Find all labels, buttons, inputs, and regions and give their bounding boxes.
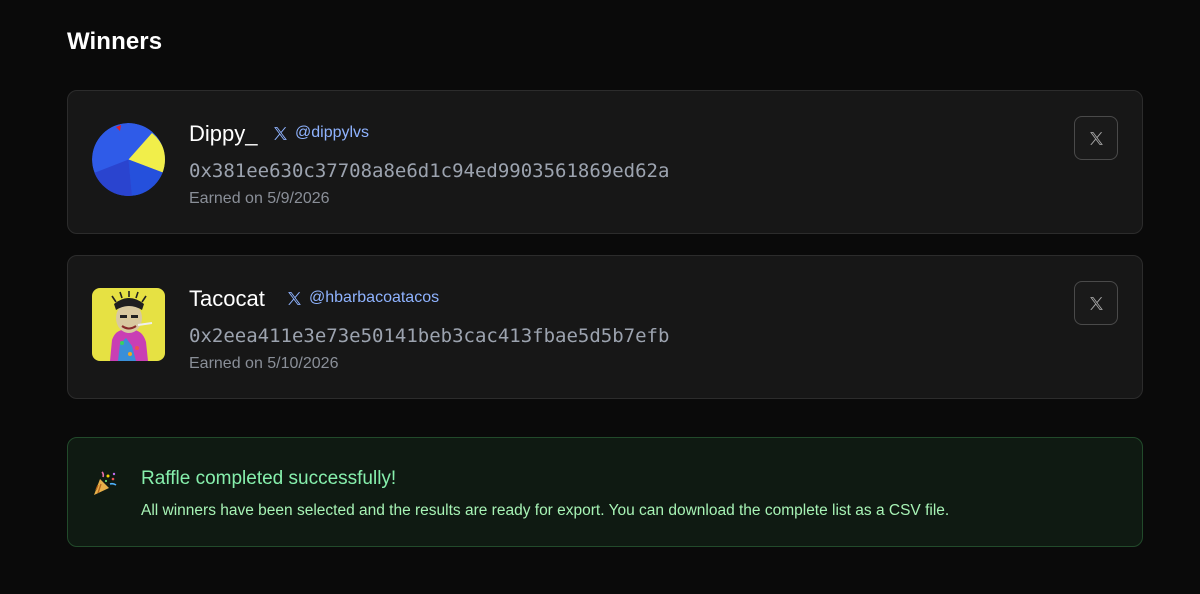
winner-avatar	[92, 123, 165, 196]
x-handle-text: @hbarbacoatacos	[309, 289, 440, 306]
earned-date: Earned on 5/10/2026	[189, 355, 339, 372]
pie-avatar-icon	[92, 123, 165, 196]
winner-avatar	[92, 288, 165, 361]
x-logo-icon	[288, 291, 301, 305]
banner-title: Raffle completed successfully!	[141, 468, 397, 489]
x-logo-icon	[1089, 131, 1103, 145]
x-logo-icon	[274, 126, 287, 140]
earned-date: Earned on 5/9/2026	[189, 190, 330, 207]
share-on-x-button[interactable]	[1074, 281, 1118, 325]
section-title: Winners	[67, 28, 163, 55]
banner-text: All winners have been selected and the r…	[141, 502, 950, 519]
success-banner: Raffle completed successfully! All winne…	[67, 437, 1143, 547]
share-on-x-button[interactable]	[1074, 116, 1118, 160]
x-logo-icon	[1089, 296, 1103, 310]
x-handle-link[interactable]: @dippylvs	[272, 124, 369, 142]
wallet-address: 0x2eea411e3e73e50141beb3cac413fbae5d5b7e…	[189, 325, 670, 347]
x-handle-text: @dippylvs	[295, 124, 370, 141]
winner-card: Dippy_ @dippylvs 0x381ee630c37708a8e6d1c…	[67, 90, 1143, 234]
winner-name: Dippy_	[189, 121, 258, 146]
nft-ape-avatar-icon	[92, 288, 165, 361]
x-handle-link[interactable]: @hbarbacoatacos	[286, 289, 439, 307]
party-popper-icon	[91, 471, 117, 497]
wallet-address: 0x381ee630c37708a8e6d1c94ed9903561869ed6…	[189, 160, 670, 182]
winner-name: Tacocat	[189, 286, 265, 311]
winner-card: Tacocat @hbarbacoatacos 0x2eea411e3e73e5…	[67, 255, 1143, 399]
